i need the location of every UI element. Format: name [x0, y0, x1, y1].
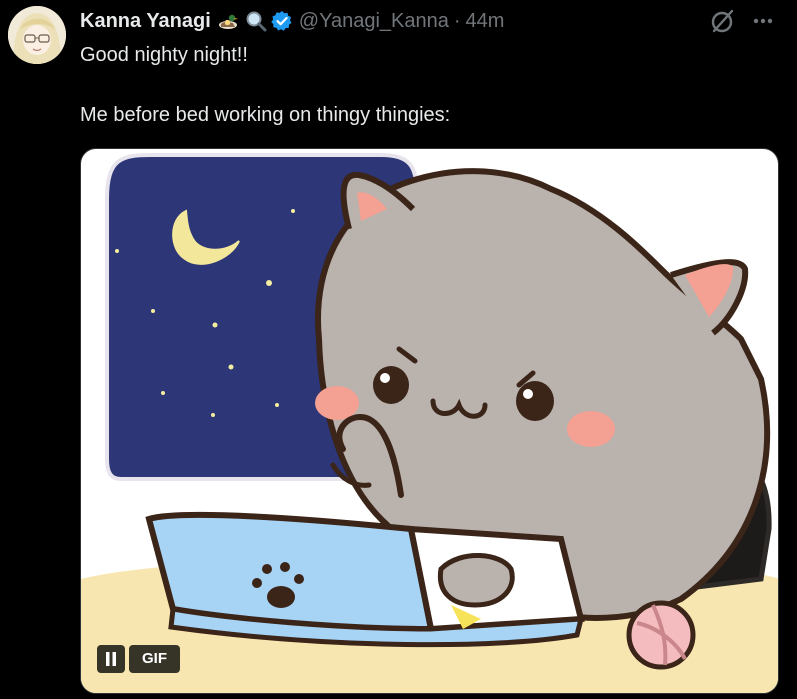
- duck-emoji-icon: [217, 11, 239, 31]
- star-icon: [291, 209, 295, 213]
- right-blush: [567, 411, 615, 447]
- star-icon: [211, 413, 215, 417]
- left-blush: [315, 386, 359, 420]
- tweet-text-line: Good nighty night!!: [80, 44, 248, 66]
- time-separator: ·: [453, 9, 461, 32]
- star-icon: [151, 309, 155, 313]
- gif-badge: GIF: [129, 645, 180, 673]
- avatar-image: [8, 6, 66, 64]
- pause-button[interactable]: [97, 645, 125, 673]
- avatar[interactable]: [8, 6, 66, 64]
- gif-controls: GIF: [97, 645, 180, 673]
- gif-cat-laptop-image: [81, 153, 778, 693]
- star-icon: [266, 280, 272, 286]
- tweet-header: Kanna Yanagi @Yanagi_Kanna · 44m: [80, 7, 504, 35]
- display-name[interactable]: Kanna Yanagi: [80, 10, 211, 33]
- verified-badge-icon[interactable]: [270, 10, 293, 32]
- magnifier-emoji-icon: [245, 10, 267, 32]
- star-icon: [161, 391, 165, 395]
- more-icon[interactable]: [748, 7, 778, 35]
- pause-icon: [106, 652, 116, 666]
- star-icon: [212, 322, 218, 328]
- right-eye: [516, 381, 554, 421]
- star-icon: [275, 403, 279, 407]
- star-icon: [115, 249, 119, 253]
- timestamp[interactable]: 44m: [466, 10, 505, 33]
- tweet-text-line: Me before bed working on thingy thingies…: [80, 104, 451, 126]
- gif-media[interactable]: GIF: [80, 148, 779, 694]
- left-eye: [373, 366, 409, 404]
- author-handle[interactable]: @Yanagi_Kanna: [299, 10, 449, 33]
- grok-icon[interactable]: [709, 7, 737, 35]
- tweet-text: Good nighty night!! Me before bed workin…: [80, 40, 770, 130]
- star-icon: [228, 364, 234, 370]
